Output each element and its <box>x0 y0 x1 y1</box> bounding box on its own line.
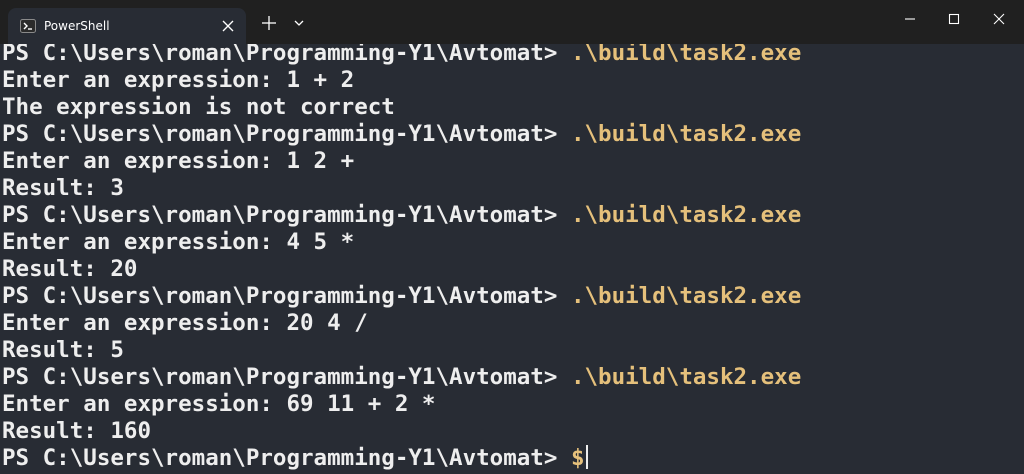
prompt: PS C:\Users\roman\Programming-Y1\Avtomat… <box>2 364 571 390</box>
prompt: PS C:\Users\roman\Programming-Y1\Avtomat… <box>2 121 571 147</box>
command: .\build\task2.exe <box>570 283 802 309</box>
output-line: Result: 20 <box>2 256 138 282</box>
text-cursor <box>585 445 588 469</box>
output-line: Result: 3 <box>2 175 124 201</box>
command: .\build\task2.exe <box>570 202 802 228</box>
minimize-icon[interactable] <box>903 12 917 26</box>
output-line: Enter an expression: 20 4 / <box>2 310 368 336</box>
prompt: PS C:\Users\roman\Programming-Y1\Avtomat… <box>2 44 571 66</box>
chevron-down-icon[interactable] <box>292 16 306 30</box>
maximize-icon[interactable] <box>947 12 961 26</box>
command: .\build\task2.exe <box>570 44 802 66</box>
output-line: Enter an expression: 1 2 + <box>2 148 355 174</box>
prompt-line: PS C:\Users\roman\Programming-Y1\Avtomat… <box>2 44 801 66</box>
output-line: The expression is not correct <box>2 94 395 120</box>
prompt-line: PS C:\Users\roman\Programming-Y1\Avtomat… <box>2 364 801 390</box>
prompt-line: PS C:\Users\roman\Programming-Y1\Avtomat… <box>2 121 801 147</box>
close-icon[interactable] <box>992 12 1006 26</box>
prompt: PS C:\Users\roman\Programming-Y1\Avtomat… <box>2 445 571 471</box>
command-input[interactable]: $ <box>571 445 585 471</box>
prompt: PS C:\Users\roman\Programming-Y1\Avtomat… <box>2 202 571 228</box>
prompt-line[interactable]: PS C:\Users\roman\Programming-Y1\Avtomat… <box>2 445 588 471</box>
tab-powershell[interactable]: PowerShell <box>8 8 246 44</box>
prompt-line: PS C:\Users\roman\Programming-Y1\Avtomat… <box>2 283 801 309</box>
output-line: Enter an expression: 69 11 + 2 * <box>2 391 436 417</box>
output-line: Enter an expression: 4 5 * <box>2 229 355 255</box>
prompt: PS C:\Users\roman\Programming-Y1\Avtomat… <box>2 283 571 309</box>
close-icon[interactable] <box>220 18 236 34</box>
command: .\build\task2.exe <box>570 364 802 390</box>
command: .\build\task2.exe <box>570 121 802 147</box>
prompt-line: PS C:\Users\roman\Programming-Y1\Avtomat… <box>2 202 801 228</box>
plus-icon[interactable] <box>260 14 278 32</box>
terminal-window: PowerShell PS C:\Users\roman\Programming… <box>0 0 1024 474</box>
output-line: Enter an expression: 1 + 2 <box>2 67 355 93</box>
powershell-icon <box>20 19 36 33</box>
terminal-output[interactable]: PS C:\Users\roman\Programming-Y1\Avtomat… <box>0 44 1024 474</box>
tab-title: PowerShell <box>44 19 110 33</box>
title-bar[interactable]: PowerShell <box>0 0 1024 44</box>
output-line: Result: 5 <box>2 337 124 363</box>
output-line: Result: 160 <box>2 418 152 444</box>
